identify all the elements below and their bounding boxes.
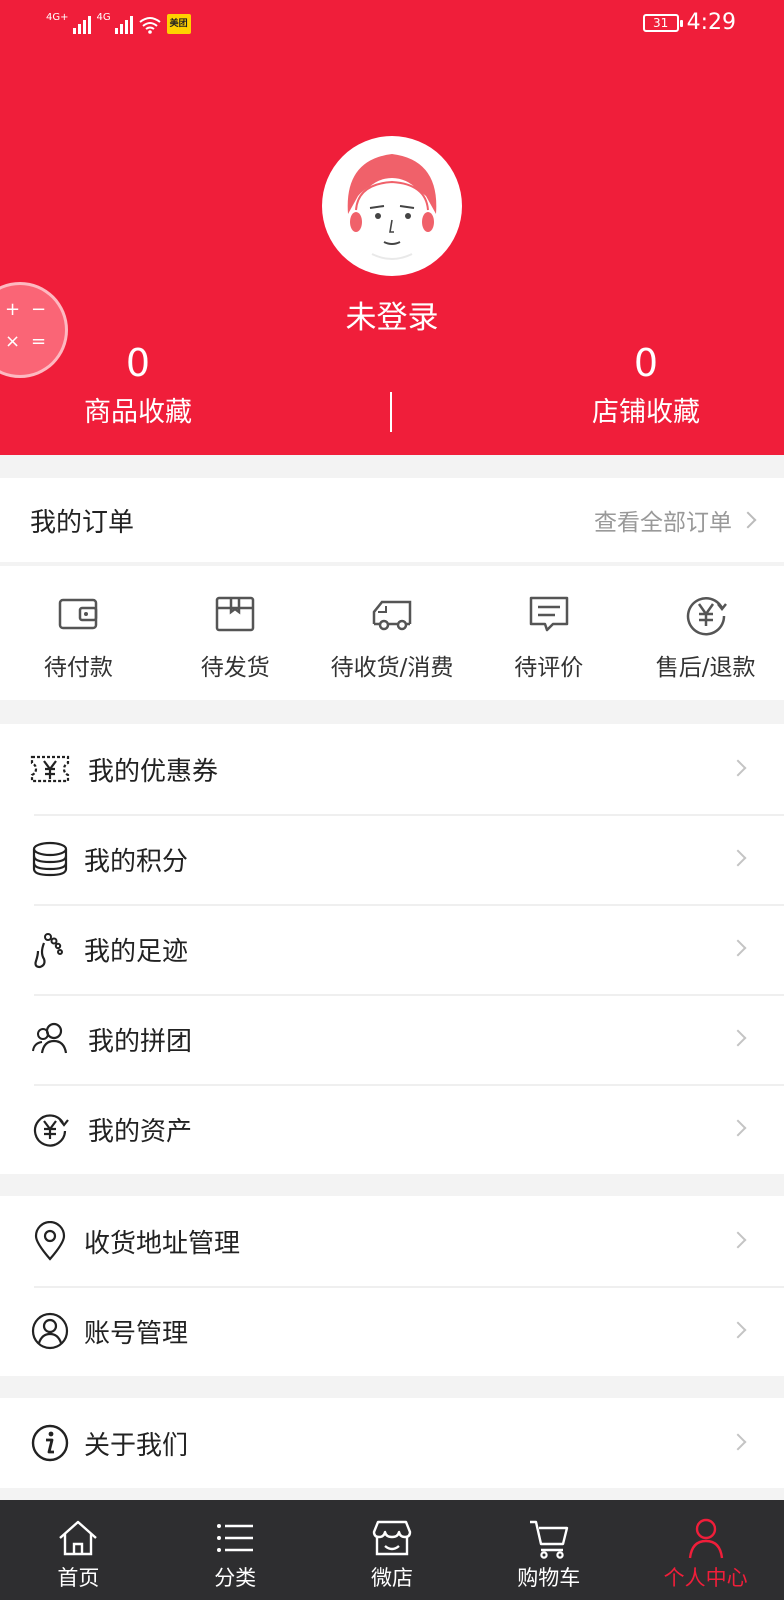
menu-address[interactable]: 收货地址管理 [0,1196,784,1286]
menu-label: 我的资产 [88,1116,193,1147]
signal-label: 4G [96,12,111,23]
tab-label: 分类 [214,1566,257,1590]
menu-label: 账号管理 [84,1318,189,1349]
comment-icon [529,596,569,632]
chevron-right-icon [729,1231,747,1249]
username-label[interactable]: 未登录 [0,292,784,337]
status-time: 4:29 [686,10,736,35]
avatar[interactable] [322,136,462,276]
location-icon [30,1221,70,1261]
menu-label: 关于我们 [84,1430,189,1461]
order-pending-payment[interactable]: 待付款 [0,566,157,700]
menu-points[interactable]: 我的积分 [0,814,784,904]
menu-footprints[interactable]: 我的足迹 [0,904,784,994]
tab-label: 购物车 [517,1566,581,1590]
menu-group-assets: 我的优惠券 我的积分 我的足迹 我的拼团 我的资产 [0,724,784,1174]
footprint-icon [30,929,70,969]
stat-divider [390,392,392,432]
battery-icon: 31 [642,13,683,32]
order-status-row: 待付款 待发货 待收货/消费 待评价 售后/退款 [0,566,784,700]
store-icon [372,1520,412,1556]
product-fav-label: 商品收藏 [84,397,192,428]
signal-icon: 4G+ [46,12,91,34]
order-item-label: 待评价 [514,655,584,681]
menu-group-buy[interactable]: 我的拼团 [0,994,784,1084]
view-all-orders-label: 查看全部订单 [594,510,732,536]
coins-icon [30,839,70,879]
avatar-face-icon [328,142,456,270]
signal-icon: 4G [97,12,133,34]
truck-icon [372,600,412,631]
shop-fav-label: 店铺收藏 [592,397,700,428]
order-pending-shipment[interactable]: 待发货 [157,566,314,700]
tab-home[interactable]: 首页 [0,1500,157,1600]
order-item-label: 待收货/消费 [330,655,454,681]
account-icon [30,1311,70,1351]
meituan-icon: 美团 [166,14,191,34]
status-bar: 4G+ 4G 美团 31 4:29 [0,0,784,48]
menu-coupons[interactable]: 我的优惠券 [0,724,784,814]
menu-label: 我的足迹 [84,936,189,967]
tab-label: 微店 [370,1566,413,1590]
coupon-icon [30,749,70,789]
cart-icon [529,1520,568,1559]
box-icon [215,596,255,632]
chevron-right-icon [729,1119,747,1137]
order-after-sales[interactable]: 售后/退款 [627,566,784,700]
chevron-right-icon [729,1321,747,1339]
home-icon [59,1520,98,1556]
menu-label: 我的积分 [84,846,189,877]
shop-favorites[interactable]: 0 店铺收藏 [536,340,756,429]
yen-asset-icon [30,1109,70,1149]
menu-account[interactable]: 账号管理 [0,1286,784,1376]
list-icon [217,1524,254,1552]
menu-assets[interactable]: 我的资产 [0,1084,784,1174]
order-item-label: 待付款 [43,655,113,681]
tab-label: 个人中心 [663,1566,748,1590]
chevron-right-icon [729,939,747,957]
profile-header: 4G+ 4G 美团 31 4:29 未登录 0 商品收藏 0 店铺收藏 + − … [0,0,784,455]
wifi-icon [139,17,161,34]
menu-group-account: 收货地址管理 账号管理 [0,1196,784,1376]
order-pending-review[interactable]: 待评价 [470,566,627,700]
menu-group-about: 关于我们 [0,1398,784,1488]
menu-label: 我的优惠券 [88,756,219,787]
order-item-label: 待发货 [200,655,270,681]
bottom-tab-bar: 首页 分类 微店 购物车 个人中心 [0,1500,784,1600]
yen-refund-icon [686,597,727,636]
shop-fav-count: 0 [633,341,659,385]
order-pending-receipt[interactable]: 待收货/消费 [314,566,471,700]
status-right: 31 4:29 [642,10,736,35]
menu-about[interactable]: 关于我们 [0,1398,784,1488]
signal-label: 4G+ [46,12,69,23]
tab-cart[interactable]: 购物车 [470,1500,627,1600]
chevron-right-icon [729,1433,747,1451]
info-icon [30,1423,70,1463]
tab-profile[interactable]: 个人中心 [627,1500,784,1600]
wallet-icon [59,598,98,630]
menu-label: 收货地址管理 [84,1228,241,1259]
chevron-right-icon [729,1029,747,1047]
person-icon [688,1518,723,1559]
chevron-right-icon [729,849,747,867]
status-indicators: 4G+ 4G 美团 [46,12,191,34]
group-icon [30,1019,70,1059]
tab-store[interactable]: 微店 [314,1500,471,1600]
my-orders-title: 我的订单 [30,507,135,538]
chevron-right-icon [729,759,747,777]
my-orders-header: 我的订单 查看全部订单 [0,478,784,562]
chevron-right-icon [739,511,757,529]
tab-category[interactable]: 分类 [157,1500,314,1600]
order-item-label: 售后/退款 [655,655,756,681]
tab-label: 首页 [57,1566,100,1590]
view-all-orders-link[interactable]: 查看全部订单 [594,503,757,537]
menu-label: 我的拼团 [88,1026,193,1057]
